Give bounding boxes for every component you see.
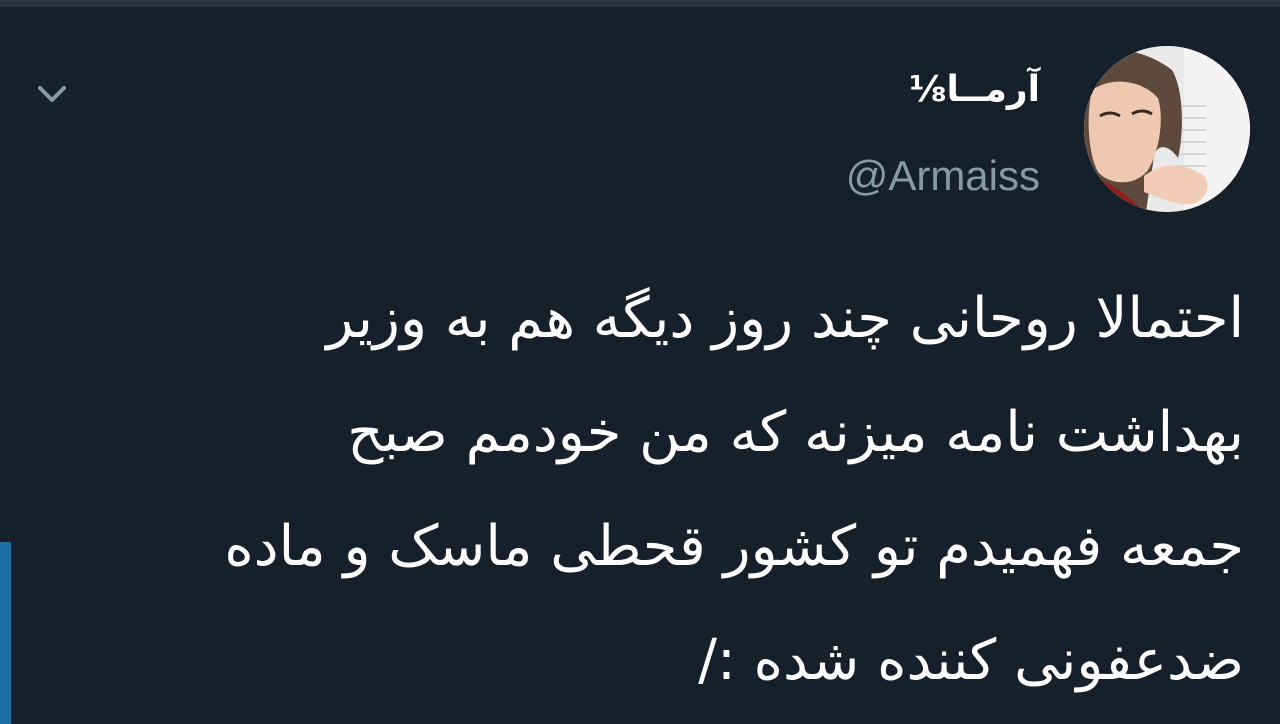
avatar-image [1084,46,1250,212]
chevron-down-icon[interactable] [30,76,74,112]
top-divider [0,0,1280,7]
tweet-text-line: بهداشت نامه میزنه که من خودمم صبح [347,400,1244,465]
author-handle[interactable]: @Armaiss [640,148,1040,204]
tweet-text-line: جمعه فهمیدم تو کشور قحطی ماسک و ماده [224,514,1244,579]
left-accent-bar [0,542,11,724]
author-display-name[interactable]: آرمــا⅛ [640,62,1040,118]
avatar[interactable] [1084,46,1250,212]
tweet-text: احتمالا روحانی چند روز دیگه هم به وزیر ب… [24,262,1244,718]
tweet-text-line: ضدعفونی کننده شده :/ [698,628,1244,693]
tweet-text-line: احتمالا روحانی چند روز دیگه هم به وزیر [326,286,1244,351]
